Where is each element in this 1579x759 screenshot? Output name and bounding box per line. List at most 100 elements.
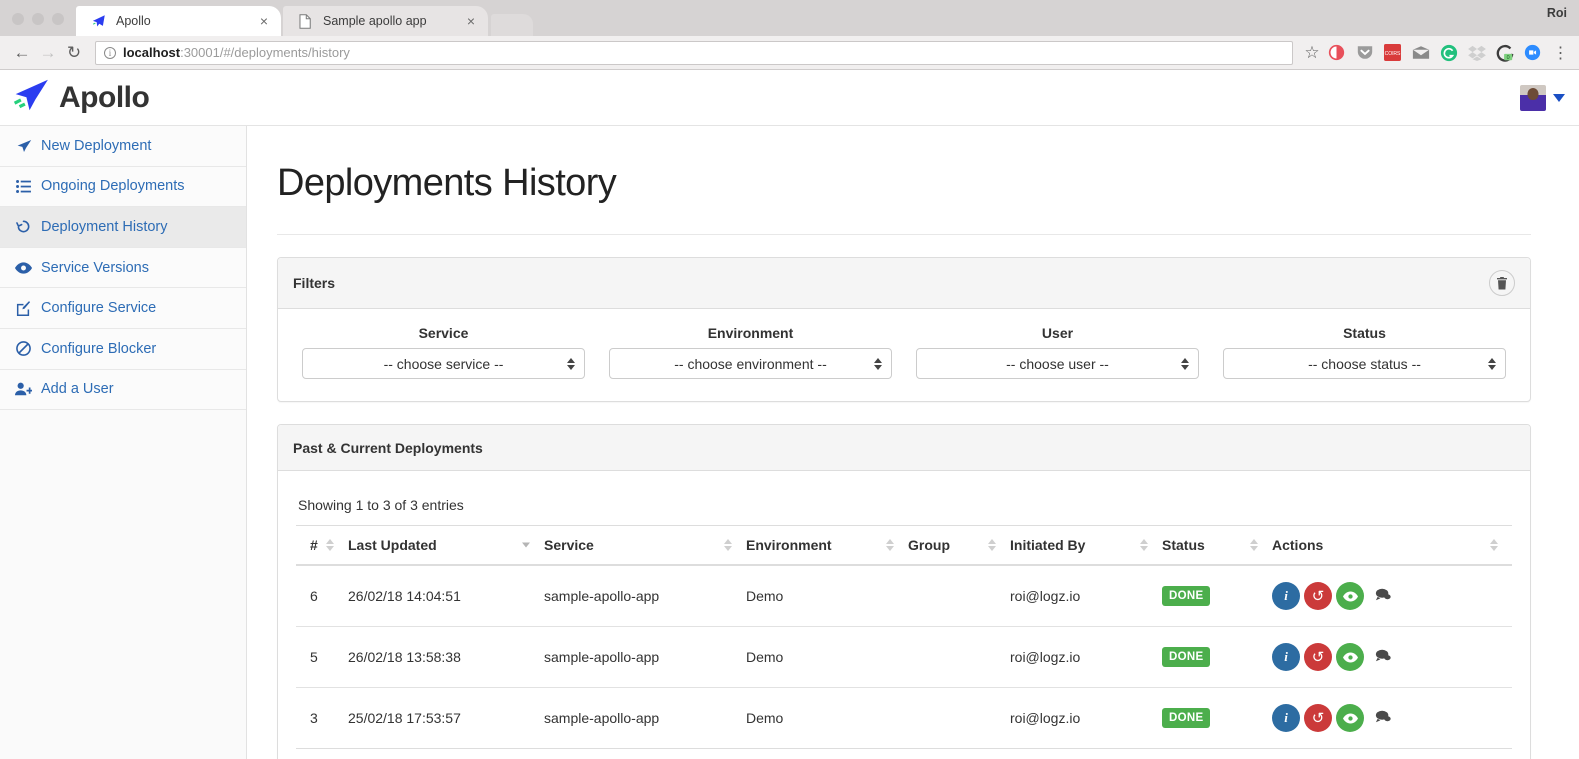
bookmark-star-icon[interactable]: ☆ (1299, 40, 1325, 66)
revert-button[interactable]: ↺ (1304, 704, 1332, 732)
browser-profile-name[interactable]: Roi (1547, 6, 1567, 20)
edit-square-icon (15, 300, 32, 316)
sidebar-item-add-a-user[interactable]: Add a User (0, 369, 246, 411)
cell-initiated-by: roi@logz.io (1010, 626, 1162, 688)
environment-select[interactable]: -- choose environment -- (609, 348, 892, 379)
adblock-icon[interactable] (1327, 43, 1346, 62)
select-spinner-icon (1181, 357, 1189, 370)
sidebar-item-deployment-history[interactable]: Deployment History (0, 207, 246, 248)
pagination: Previous 1 Next (296, 749, 1512, 759)
maximize-window-button[interactable] (52, 13, 64, 25)
screen-recorder-icon[interactable]: 0 (1495, 43, 1514, 62)
filters-panel-header: Filters (278, 258, 1530, 309)
cell-number: 3 (296, 687, 348, 749)
details-button[interactable]: i (1272, 582, 1300, 610)
grammarly-icon[interactable] (1439, 43, 1458, 62)
close-window-button[interactable] (12, 13, 24, 25)
environment-select-value: -- choose environment -- (674, 355, 827, 372)
table-header-row: # Last Updated Service Environment Group… (296, 525, 1512, 566)
cell-service: sample-apollo-app (544, 626, 746, 688)
revert-button[interactable]: ↺ (1304, 643, 1332, 671)
url-host: localhost (123, 45, 181, 60)
page-document-icon (297, 13, 314, 30)
column-label: Service (544, 537, 594, 553)
avatar[interactable] (1520, 84, 1546, 111)
filters-row: Service -- choose service -- Environment… (278, 309, 1530, 401)
sort-icon (988, 539, 996, 551)
row-actions: i ↺ (1272, 643, 1504, 671)
zoom-icon[interactable] (1523, 43, 1542, 62)
cell-number: 5 (296, 626, 348, 688)
service-select[interactable]: -- choose service -- (302, 348, 585, 379)
site-info-icon[interactable]: i (104, 46, 116, 59)
forward-icon[interactable]: → (35, 40, 61, 66)
column-header-number[interactable]: # (296, 525, 348, 566)
column-label: Environment (746, 537, 832, 553)
comment-icon[interactable] (1375, 649, 1391, 666)
minimize-window-button[interactable] (32, 13, 44, 25)
browser-tab-sample-apollo-app[interactable]: Sample apollo app × (283, 6, 488, 36)
comment-icon[interactable] (1375, 588, 1391, 605)
brand[interactable]: Apollo (10, 78, 150, 117)
pocket-icon[interactable] (1355, 43, 1374, 62)
close-tab-button[interactable]: × (464, 14, 478, 28)
main-content: Deployments History Filters Service -- c… (247, 126, 1579, 759)
column-header-actions[interactable]: Actions (1272, 525, 1512, 566)
details-button[interactable]: i (1272, 704, 1300, 732)
table-row[interactable]: 5 26/02/18 13:58:38 sample-apollo-app De… (296, 626, 1512, 688)
column-header-last-updated[interactable]: Last Updated (348, 525, 544, 566)
cell-service: sample-apollo-app (544, 565, 746, 627)
cell-actions: i ↺ (1272, 565, 1512, 627)
address-bar[interactable]: i localhost:30001/#/deployments/history (95, 40, 1293, 65)
sidebar-item-configure-blocker[interactable]: Configure Blocker (0, 328, 246, 370)
mail-icon[interactable] (1411, 43, 1430, 62)
select-spinner-icon (567, 357, 575, 370)
sidebar-item-service-versions[interactable]: Service Versions (0, 247, 246, 289)
details-button[interactable]: i (1272, 643, 1300, 671)
close-tab-button[interactable]: × (257, 14, 271, 28)
deployments-panel-header: Past & Current Deployments (278, 425, 1530, 471)
new-tab-button[interactable] (491, 14, 533, 36)
column-label: Group (908, 537, 950, 553)
list-icon (15, 179, 32, 193)
column-header-initiated-by[interactable]: Initiated By (1010, 525, 1162, 566)
sort-icon (1490, 539, 1498, 551)
table-row[interactable]: 6 26/02/18 14:04:51 sample-apollo-app De… (296, 565, 1512, 627)
sidebar-item-configure-service[interactable]: Configure Service (0, 288, 246, 329)
sidebar-item-new-deployment[interactable]: New Deployment (0, 126, 246, 167)
cell-environment: Demo (746, 626, 908, 688)
column-label: Actions (1272, 537, 1324, 553)
column-header-status[interactable]: Status (1162, 525, 1272, 566)
sidebar-item-ongoing-deployments[interactable]: Ongoing Deployments (0, 166, 246, 208)
browser-tab-apollo[interactable]: Apollo × (76, 6, 281, 36)
status-select[interactable]: -- choose status -- (1223, 348, 1506, 379)
view-button[interactable] (1336, 643, 1364, 671)
column-header-group[interactable]: Group (908, 525, 1010, 566)
filter-label: Environment (707, 325, 794, 341)
apollo-paper-plane-logo (10, 78, 50, 117)
filter-label: Service (418, 325, 469, 341)
column-header-environment[interactable]: Environment (746, 525, 908, 566)
dropbox-icon[interactable] (1467, 43, 1486, 62)
column-header-service[interactable]: Service (544, 525, 746, 566)
comment-icon[interactable] (1375, 710, 1391, 727)
user-menu[interactable] (1520, 84, 1565, 111)
app-header: Apollo (0, 70, 1579, 126)
reload-icon[interactable]: ↻ (61, 40, 87, 66)
extension-icons: COlRS 0 ⋮ (1325, 43, 1570, 62)
table-row[interactable]: 3 25/02/18 17:53:57 sample-apollo-app De… (296, 687, 1512, 749)
browser-menu-icon[interactable]: ⋮ (1551, 43, 1570, 62)
clear-filters-button[interactable] (1489, 270, 1515, 296)
colors-extension-icon[interactable]: COlRS (1383, 43, 1402, 62)
view-button[interactable] (1336, 582, 1364, 610)
cell-status: DONE (1162, 565, 1272, 627)
sidebar-item-label: New Deployment (41, 137, 152, 154)
deployments-panel-title: Past & Current Deployments (293, 439, 483, 456)
back-icon[interactable]: ← (9, 40, 35, 66)
revert-button[interactable]: ↺ (1304, 582, 1332, 610)
window-traffic-lights[interactable] (9, 13, 76, 36)
user-select[interactable]: -- choose user -- (916, 348, 1199, 379)
tab-title: Sample apollo app (323, 14, 427, 28)
view-button[interactable] (1336, 704, 1364, 732)
chevron-down-icon[interactable] (1553, 93, 1565, 102)
